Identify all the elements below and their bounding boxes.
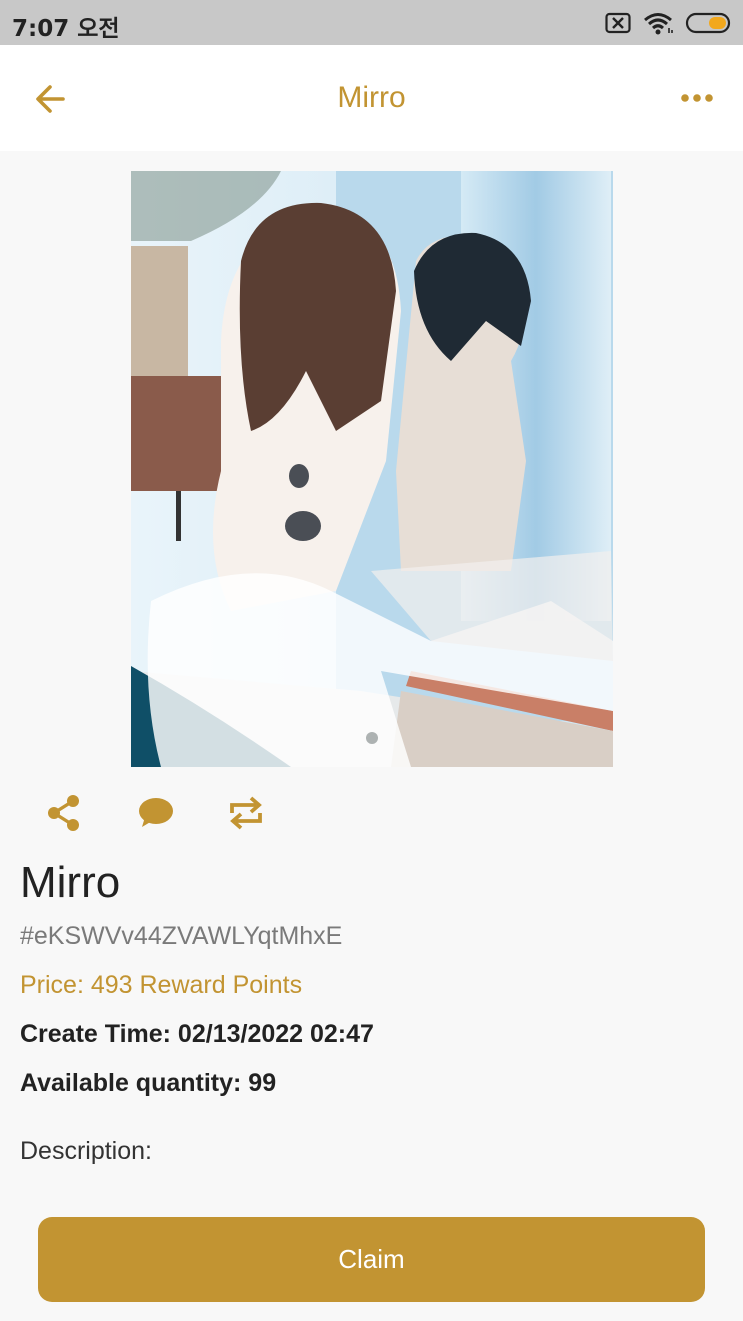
description-label: Description: bbox=[20, 1137, 152, 1165]
more-options-button[interactable] bbox=[679, 83, 719, 113]
artwork-image[interactable] bbox=[131, 171, 613, 767]
carousel-indicator bbox=[366, 732, 378, 744]
status-time: 7:07 오전 bbox=[12, 16, 120, 42]
item-available-quantity: Available quantity: 99 bbox=[20, 1069, 277, 1097]
comment-button[interactable] bbox=[136, 793, 176, 833]
item-id: #eKSWVv44ZVAWLYqtMhxE bbox=[20, 922, 343, 950]
repost-icon bbox=[230, 796, 262, 830]
page-title: Mirro bbox=[337, 81, 406, 114]
status-bar: 7:07 오전 bbox=[0, 0, 743, 45]
status-icons bbox=[605, 10, 733, 36]
wifi-icon bbox=[644, 13, 673, 35]
share-icon bbox=[48, 795, 79, 831]
battery-icon bbox=[685, 12, 731, 34]
share-button[interactable] bbox=[46, 793, 86, 833]
item-price: Price: 493 Reward Points bbox=[20, 971, 303, 999]
item-name: Mirro bbox=[20, 858, 121, 907]
more-horizontal-icon bbox=[681, 94, 713, 102]
item-create-time: Create Time: 02/13/2022 02:47 bbox=[20, 1020, 374, 1048]
sim-error-icon bbox=[605, 12, 631, 34]
app-bar: Mirro bbox=[0, 45, 743, 151]
claim-button[interactable]: Claim bbox=[38, 1217, 705, 1302]
comment-icon bbox=[139, 798, 173, 827]
repost-button[interactable] bbox=[226, 793, 266, 833]
